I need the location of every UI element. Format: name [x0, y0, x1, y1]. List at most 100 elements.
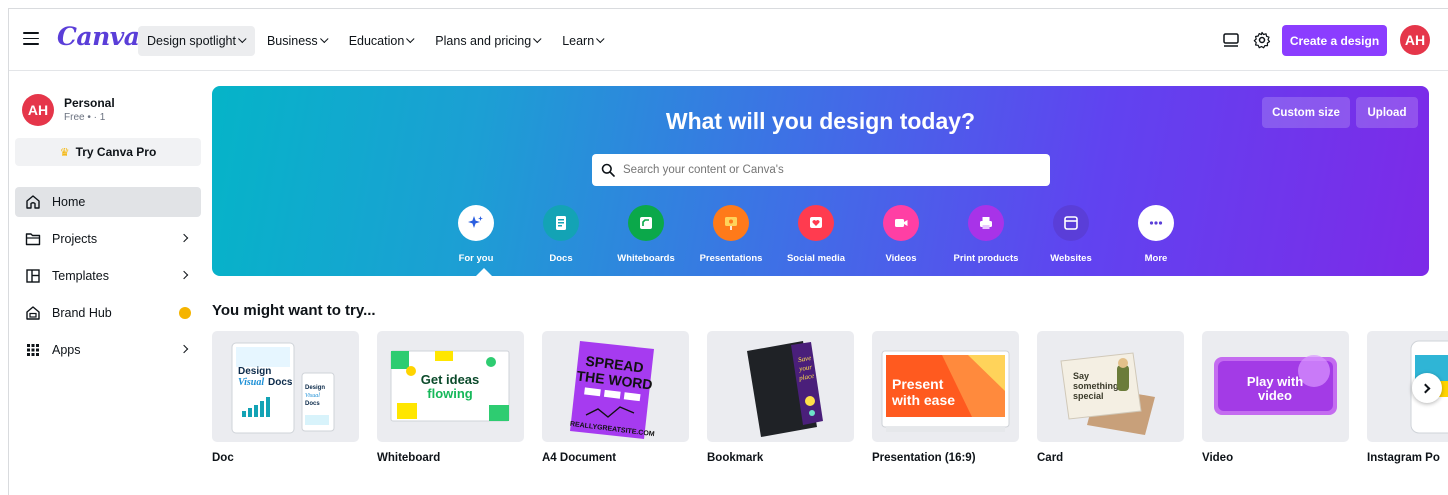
category-presentations[interactable]: Presentations [691, 205, 771, 264]
hamburger-menu-icon[interactable] [23, 32, 39, 46]
svg-text:flowing: flowing [427, 386, 473, 401]
svg-text:Play with: Play with [1247, 374, 1303, 389]
design-card-whiteboard[interactable]: Get ideas flowing Whiteboard [377, 331, 524, 464]
heart-icon [798, 205, 834, 241]
pro-crown-badge [179, 307, 191, 319]
chevron-down-icon [406, 34, 415, 44]
desktop-app-icon[interactable] [1222, 31, 1240, 49]
svg-text:Visual: Visual [305, 393, 320, 399]
sidebar-item-home[interactable]: Home [15, 187, 201, 217]
sidebar-item-brand-hub[interactable]: Brand Hub [15, 298, 201, 328]
card-label: A4 Document [542, 452, 617, 464]
presentation-thumbnail-art: Present with ease [881, 350, 1010, 432]
try-canva-pro-button[interactable]: ♛ Try Canva Pro [15, 138, 201, 166]
nav-design-spotlight[interactable]: Design spotlight [138, 26, 255, 56]
design-card-presentation[interactable]: Present with ease Presentation (16:9) [872, 331, 1019, 464]
video-thumbnail-art: Play with video [1214, 355, 1337, 415]
svg-text:Visual: Visual [238, 377, 264, 388]
svg-text:Docs: Docs [268, 377, 293, 388]
top-nav: Design spotlight Business Education Plan… [138, 26, 616, 56]
create-design-button[interactable]: Create a design [1282, 25, 1387, 56]
category-label: Social media [786, 253, 846, 264]
chevron-right-icon [1420, 383, 1431, 393]
nav-label: Learn [562, 34, 595, 48]
profile-text: Personal Free • · 1 [64, 96, 115, 126]
card-label: Bookmark [707, 452, 764, 464]
nav-label: Plans and pricing [435, 34, 532, 48]
sidebar-avatar: AH [22, 94, 54, 126]
user-avatar[interactable]: AH [1400, 25, 1430, 55]
chevron-down-icon [238, 34, 247, 44]
nav-learn[interactable]: Learn [553, 26, 613, 56]
svg-text:Design: Design [305, 385, 325, 391]
nav-label: Design spotlight [147, 34, 236, 48]
svg-text:video: video [1258, 388, 1292, 403]
category-label: For you [458, 253, 494, 264]
chevron-down-icon [533, 34, 542, 44]
svg-text:special: special [1073, 391, 1104, 401]
sidebar-item-label: Templates [52, 269, 109, 283]
design-card-card[interactable]: Say something special Card [1037, 331, 1184, 464]
chevron-down-icon [319, 34, 329, 44]
carousel-next-button[interactable] [1412, 373, 1442, 403]
category-label: Docs [549, 253, 573, 264]
card-label: Whiteboard [377, 452, 441, 464]
brand-hub-icon [25, 305, 41, 321]
svg-text:something: something [1073, 381, 1119, 391]
card-thumbnail: Present with ease [872, 331, 1019, 442]
sidebar: AH Personal Free • · 1 ♛ Try Canva Pro H… [9, 72, 209, 495]
nav-label: Education [348, 34, 405, 48]
chevron-right-icon [179, 270, 189, 280]
svg-text:Docs: Docs [305, 401, 320, 407]
card-label: Doc [212, 452, 234, 464]
presentation-icon [713, 205, 749, 241]
svg-text:Say: Say [1073, 371, 1089, 381]
website-icon [1053, 205, 1089, 241]
sidebar-item-projects[interactable]: Projects [15, 224, 201, 254]
upload-button[interactable]: Upload [1356, 97, 1418, 128]
category-print-products[interactable]: Print products [946, 205, 1026, 264]
svg-text:Present: Present [892, 376, 944, 392]
category-social-media[interactable]: Social media [776, 205, 856, 264]
top-header: Canva Design spotlight Business Educatio… [9, 9, 1448, 71]
card-thumbnail: Get ideas flowing [377, 331, 524, 442]
search-icon [601, 163, 615, 177]
nav-business[interactable]: Business [258, 26, 337, 56]
try-pro-label: Try Canva Pro [75, 145, 157, 159]
profile-switcher[interactable]: AH Personal Free • · 1 [22, 94, 115, 126]
category-label: More [1144, 253, 1168, 264]
design-card-a4-document[interactable]: SPREAD THE WORD REALLYGREATSITE.COM A4 D… [542, 331, 689, 464]
settings-gear-icon[interactable] [1253, 31, 1271, 49]
nav-plans-pricing[interactable]: Plans and pricing [426, 26, 550, 56]
nav-education[interactable]: Education [340, 26, 424, 56]
card-label: Video [1202, 452, 1234, 464]
canva-logo[interactable]: Canva [57, 22, 140, 51]
card-thumbnail: Say something special [1037, 331, 1184, 442]
profile-plan: Free • · 1 [64, 112, 106, 123]
sidebar-item-templates[interactable]: Templates [15, 261, 201, 291]
category-more[interactable]: More [1116, 205, 1196, 264]
hero-title: What will you design today? [665, 108, 976, 134]
printer-icon [968, 205, 1004, 241]
category-websites[interactable]: Websites [1031, 205, 1111, 264]
design-card-bookmark[interactable]: Save your place Bookmark [707, 331, 854, 464]
nav-label: Business [266, 34, 318, 48]
design-card-doc[interactable]: Design Visual Docs Design Visual Docs Do… [212, 331, 359, 464]
category-for-you[interactable]: For you [436, 205, 516, 264]
sidebar-item-label: Home [52, 195, 86, 209]
whiteboard-thumbnail-art: Get ideas flowing [390, 350, 510, 422]
sidebar-item-apps[interactable]: Apps [15, 335, 201, 365]
design-card-video[interactable]: Play with video Video [1202, 331, 1349, 464]
profile-name: Personal [64, 96, 115, 110]
card-thumbnail: Save your place [707, 331, 854, 442]
svg-text:Design: Design [238, 366, 271, 377]
category-whiteboards[interactable]: Whiteboards [606, 205, 686, 264]
svg-text:with ease: with ease [891, 392, 955, 408]
category-docs[interactable]: Docs [521, 205, 601, 264]
a4-thumbnail-art: SPREAD THE WORD REALLYGREATSITE.COM [569, 341, 655, 439]
hero-banner: What will you design today? Custom size … [212, 86, 1429, 276]
category-videos[interactable]: Videos [861, 205, 941, 264]
search-bar[interactable] [592, 154, 1050, 186]
custom-size-button[interactable]: Custom size [1262, 97, 1350, 128]
search-input[interactable] [623, 164, 1023, 176]
